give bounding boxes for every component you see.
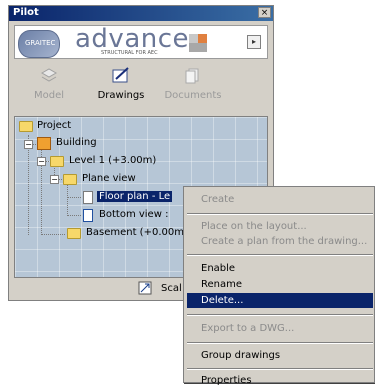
logo-squares-icon <box>189 34 207 52</box>
menu-separator <box>187 368 373 370</box>
tab-model-label: Model <box>33 90 65 101</box>
tree-label-building: Building <box>56 137 97 148</box>
tab-drawings-label: Drawings <box>97 90 145 101</box>
menu-item-place-on-layout[interactable]: Place on the layout... <box>187 219 373 234</box>
pilot-tabs: Model Drawings Documents <box>14 64 268 114</box>
menu-item-export-dwg[interactable]: Export to a DWG... <box>187 321 373 336</box>
drawing-document-icon <box>83 209 93 222</box>
tree-label-basement: Basement (+0.00m) <box>86 227 188 238</box>
menu-item-delete[interactable]: Delete... <box>187 293 373 308</box>
drawings-icon <box>112 67 129 83</box>
tree-label-floor-plan: Floor plan - Le <box>97 191 173 202</box>
tree-label-level1: Level 1 (+3.00m) <box>69 155 157 166</box>
collapse-icon[interactable]: − <box>37 157 46 166</box>
folder-icon <box>19 121 33 132</box>
context-menu: Create Place on the layout... Create a p… <box>183 186 375 386</box>
menu-item-create[interactable]: Create <box>187 192 373 207</box>
logo-subtitle: STRUCTURAL FOR AEC <box>101 50 158 56</box>
collapse-icon[interactable]: − <box>50 175 59 184</box>
documents-icon <box>185 68 199 84</box>
tab-drawings[interactable]: Drawings <box>86 64 156 112</box>
window-title: Pilot <box>13 7 39 18</box>
tree-label-project: Project <box>37 120 72 131</box>
menu-separator <box>187 342 373 344</box>
folder-icon <box>63 174 77 185</box>
drawing-document-icon <box>83 191 93 204</box>
expand-button[interactable]: ▸ <box>247 35 261 49</box>
menu-separator <box>187 314 373 316</box>
menu-item-rename[interactable]: Rename <box>187 277 373 292</box>
building-icon <box>37 137 51 150</box>
menu-item-group-drawings[interactable]: Group drawings <box>187 348 373 363</box>
graitec-logo: GRAITEC <box>18 30 60 58</box>
folder-icon <box>67 228 81 239</box>
model-icon <box>40 68 58 82</box>
product-banner: GRAITEC advance STRUCTURAL FOR AEC ▸ <box>14 24 268 59</box>
scale-icon[interactable] <box>138 281 152 295</box>
close-icon[interactable]: × <box>258 7 271 18</box>
logo-badge-text: GRAITEC <box>25 39 56 47</box>
tab-documents[interactable]: Documents <box>158 64 228 112</box>
menu-separator <box>187 213 373 215</box>
tree-label-bottom-view: Bottom view : <box>99 209 169 220</box>
menu-item-properties[interactable]: Properties <box>187 373 373 388</box>
tab-documents-label: Documents <box>164 90 222 101</box>
collapse-icon[interactable]: − <box>24 140 33 149</box>
menu-item-enable[interactable]: Enable <box>187 261 373 276</box>
folder-icon <box>50 156 64 167</box>
title-bar: Pilot × <box>9 6 273 21</box>
tree-label-plane-view: Plane view <box>82 173 136 184</box>
menu-item-create-plan[interactable]: Create a plan from the drawing... <box>187 234 373 249</box>
tab-model[interactable]: Model <box>14 64 84 112</box>
scale-label: Scal <box>161 283 182 294</box>
menu-separator <box>187 254 373 256</box>
